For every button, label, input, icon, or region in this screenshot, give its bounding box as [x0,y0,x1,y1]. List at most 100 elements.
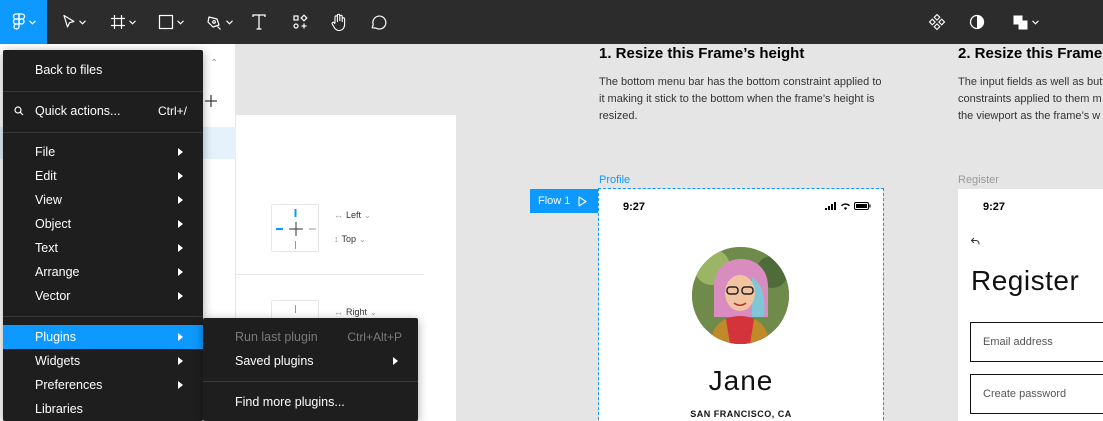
chevron-down-icon [28,19,36,25]
menu-item-libraries[interactable]: Libraries [3,397,203,421]
menu-item-edit[interactable]: Edit [3,164,203,188]
main-menu: Back to files Quick actions... Ctrl+/ Fi… [3,50,203,421]
search-icon [14,105,24,119]
horizontal-constraint-value: Right [346,307,368,317]
menu-item-object[interactable]: Object [3,212,203,236]
main-menu-button[interactable] [0,0,47,44]
comment-tool[interactable] [365,0,391,44]
menu-item-view[interactable]: View [3,188,203,212]
chevron-right-icon [178,268,183,276]
profile-name: Jane [708,365,774,396]
horizontal-constraint-value: Left [346,210,362,220]
status-time: 9:27 [983,201,1006,213]
horizontal-constraint-select[interactable]: ↔ Left ⌄ [334,210,371,220]
section1-title: 1. Resize this Frame’s height [599,45,805,62]
menu-item-label: Edit [35,169,57,183]
register-frame[interactable]: 9:27 Register Email address Create passw… [958,189,1103,421]
email-placeholder: Email address [983,336,1053,348]
menu-item-file[interactable]: File [3,140,203,164]
chevron-right-icon [178,148,183,156]
menu-shortcut: Ctrl+/ [157,104,187,118]
avatar [692,247,789,344]
vertical-constraint-value: Top [341,234,357,244]
menu-item-quick-actions[interactable]: Quick actions... Ctrl+/ [3,99,203,123]
menu-item-arrange[interactable]: Arrange [3,260,203,284]
frame-tool[interactable] [105,0,141,44]
horizontal-constraint-select-2[interactable]: ↔ Right ⌄ [334,307,377,317]
email-field[interactable]: Email address [970,322,1103,362]
constraint-widget[interactable] [271,204,319,252]
text-tool[interactable] [247,0,271,44]
menu-separator [203,381,418,382]
submenu-item-run-last-plugin[interactable]: Run last plugin Ctrl+Alt+P [203,325,418,349]
profile-location: SAN FRANCISCO, CA [690,409,792,419]
menu-item-preferences[interactable]: Preferences [3,373,203,397]
rectangle-icon [158,14,174,30]
back-arrow-icon[interactable] [970,233,980,251]
menu-separator [3,91,203,92]
chevron-right-icon [178,172,183,180]
text-icon [252,14,266,30]
divider [236,274,424,275]
menu-separator [3,316,203,317]
chevron-down-icon [225,19,233,25]
vertical-constraint-select[interactable]: ↕ Top ⌄ [334,234,366,244]
menu-item-label: Back to files [35,63,103,77]
menu-item-back-to-files[interactable]: Back to files [3,58,203,82]
submenu-item-find-more-plugins[interactable]: Find more plugins... [203,390,418,414]
menu-item-label: Widgets [35,354,81,368]
chevron-down-icon: ⌄ [359,234,366,244]
chevron-down-icon [79,19,86,25]
chevron-down-icon [129,19,136,25]
flow-starting-point[interactable]: Flow 1 [530,189,598,213]
submenu-item-saved-plugins[interactable]: Saved plugins [203,349,418,373]
menu-item-label: Preferences [35,378,103,392]
profile-frame-label[interactable]: Profile [599,174,630,186]
plugins-submenu: Run last plugin Ctrl+Alt+P Saved plugins… [203,318,418,421]
hand-tool[interactable] [325,0,353,44]
shape-tool[interactable] [153,0,189,44]
figma-logo-icon [12,13,25,30]
menu-shortcut: Ctrl+Alt+P [347,330,402,344]
resources-icon [293,14,308,29]
profile-frame[interactable]: 9:27 Jane SAN FRANCISCO, CA [598,188,884,421]
play-icon [578,195,587,207]
password-field[interactable]: Create password [970,374,1103,414]
chevron-right-icon [178,381,183,389]
chevron-down-icon: ⌄ [364,210,371,220]
menu-item-plugins[interactable]: Plugins [3,325,203,349]
menu-item-text[interactable]: Text [3,236,203,260]
menu-item-label: Arrange [35,265,80,279]
comment-icon [371,15,387,30]
chevron-right-icon [178,292,183,300]
menu-item-label: View [35,193,62,207]
pen-tool[interactable] [200,0,238,44]
chevron-right-icon [178,333,183,341]
resources-tool[interactable] [287,0,313,44]
boolean-button[interactable] [1007,0,1043,44]
component-button[interactable] [925,0,949,44]
battery-icon [854,202,871,210]
contrast-icon [969,14,985,30]
vertical-arrows-icon: ↕ [334,234,339,244]
chevron-up-icon[interactable]: ⌃ [210,58,218,69]
menu-item-label: Text [35,241,58,255]
submenu-item-label: Find more plugins... [235,395,345,409]
register-frame-label[interactable]: Register [958,174,999,186]
status-time: 9:27 [623,201,646,213]
mask-button[interactable] [965,0,989,44]
section2-title: 2. Resize this Frame’s [958,45,1103,62]
password-placeholder: Create password [983,388,1067,400]
menu-item-vector[interactable]: Vector [3,284,203,308]
menu-item-label: Plugins [35,330,76,344]
chevron-down-icon: ⌄ [370,307,377,317]
move-tool[interactable] [55,0,93,44]
menu-item-label: Libraries [35,402,83,416]
menu-item-widgets[interactable]: Widgets [3,349,203,373]
cursor-icon [63,14,75,28]
horizontal-arrows-icon: ↔ [334,307,343,317]
wifi-icon [841,203,850,210]
register-title: Register [971,265,1080,296]
flow-label: Flow 1 [538,195,571,207]
add-icon[interactable] [204,94,218,108]
